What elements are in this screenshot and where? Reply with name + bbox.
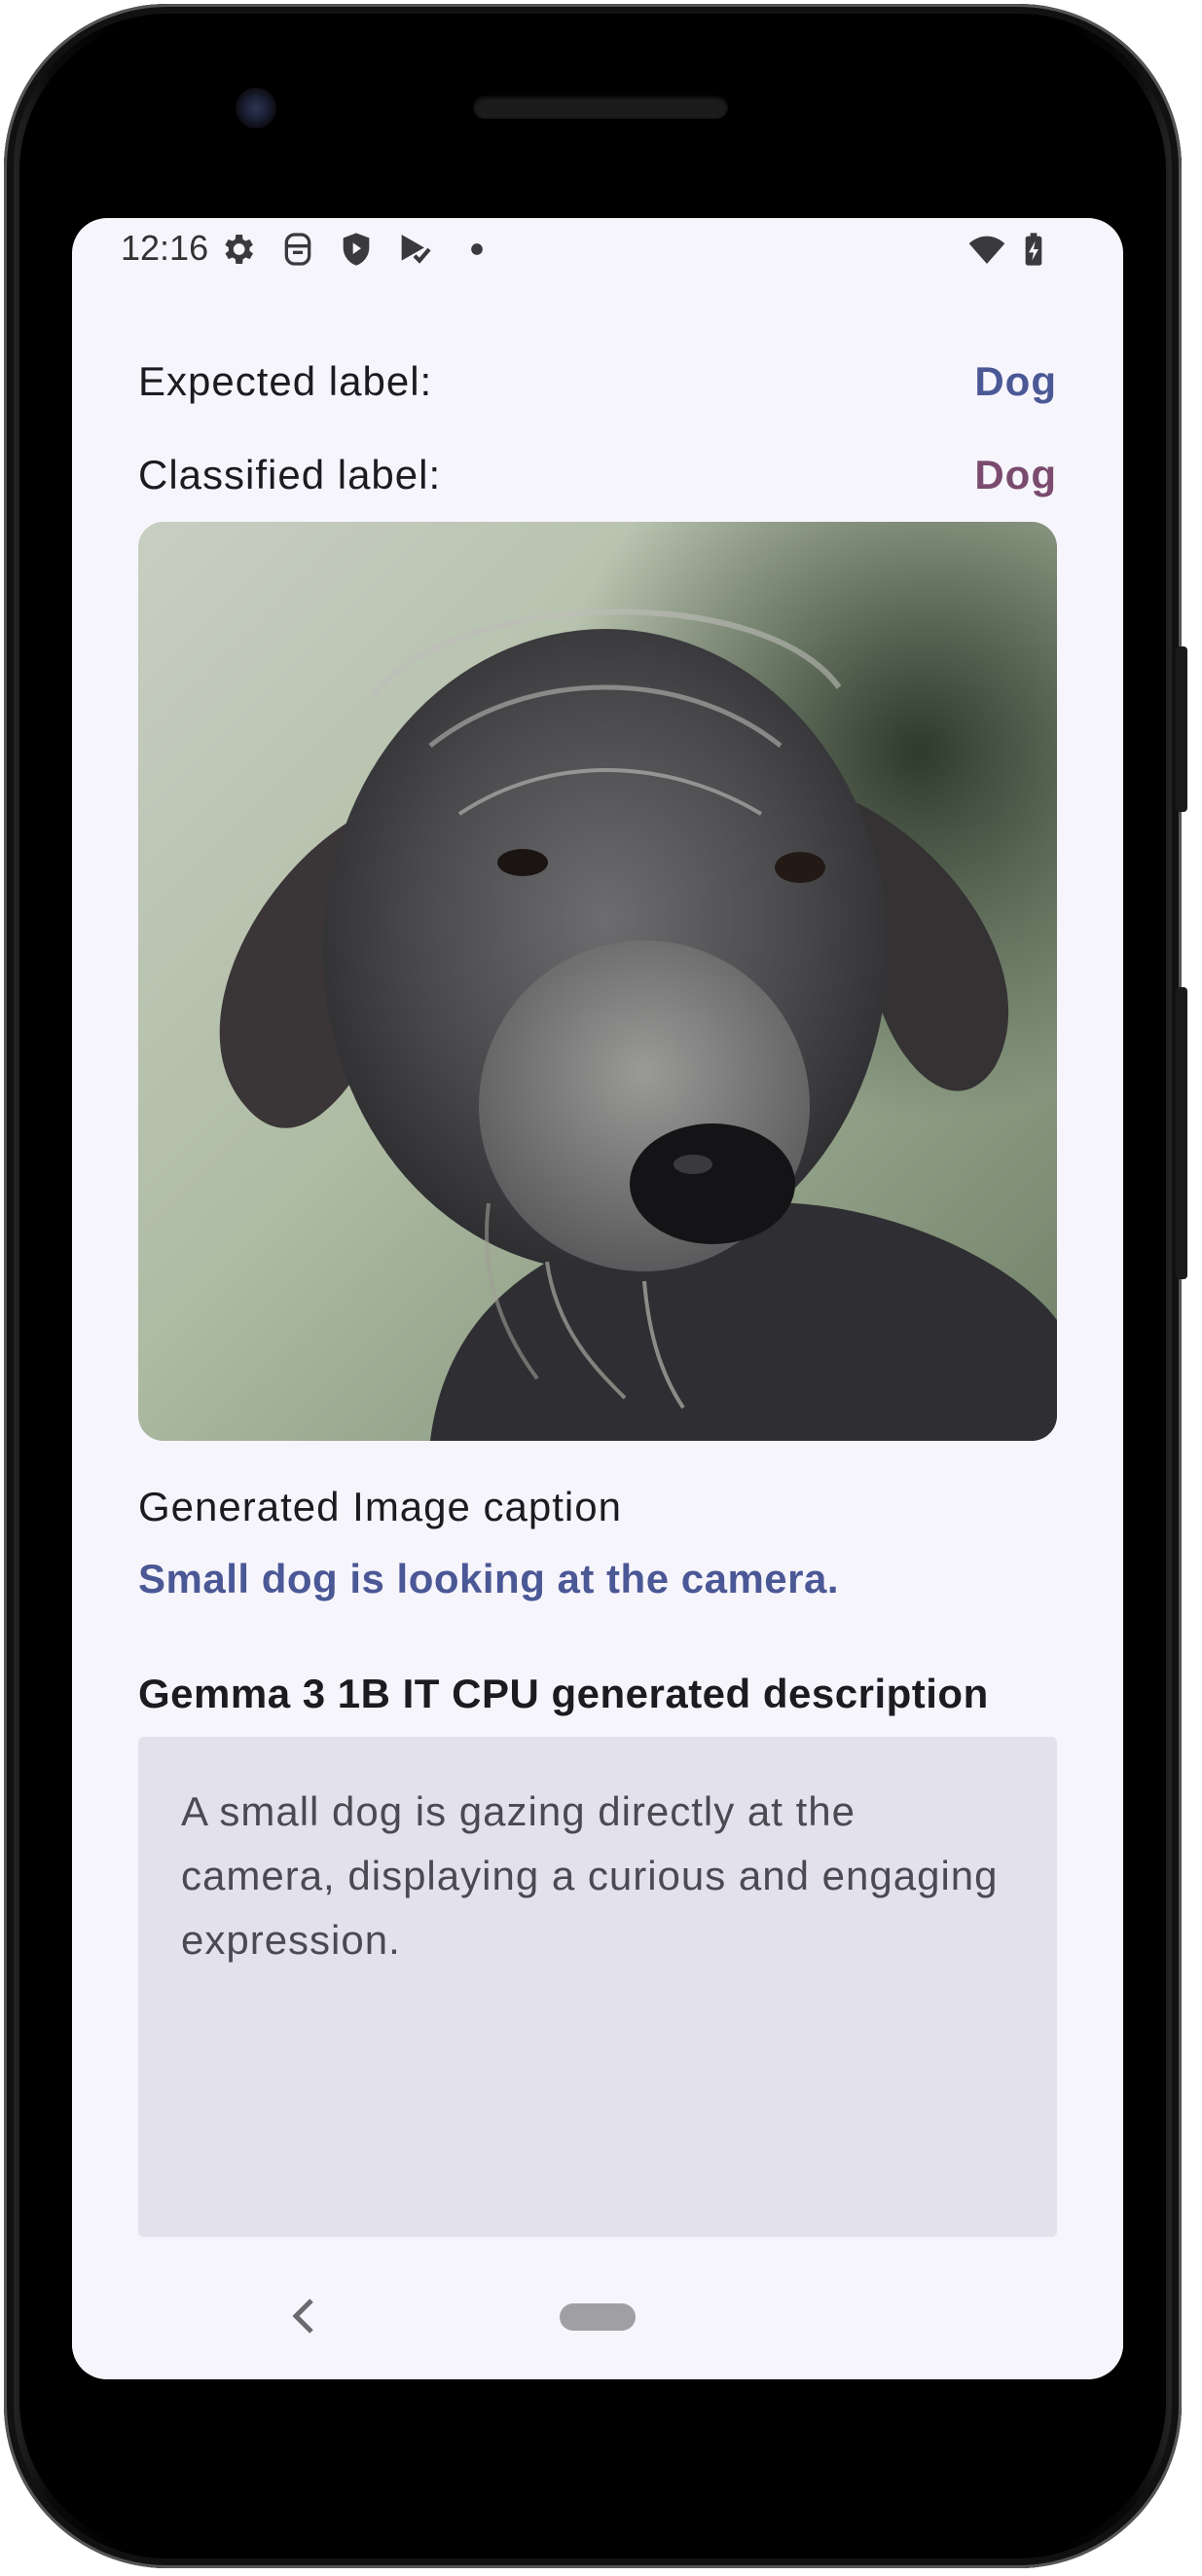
phone-frame: 12:16 Expected label: Dog Classified lab… (4, 4, 1187, 2568)
description-title: Gemma 3 1B IT CPU generated description (138, 1671, 989, 1716)
caption-title: Generated Image caption (138, 1484, 622, 1529)
gear-icon (225, 235, 253, 264)
classified-label-text: Classified label: (138, 452, 442, 497)
dog-photo (138, 522, 1057, 1441)
description-text: A small dog is gazing directly at the ca… (181, 1788, 999, 1963)
caption-text: Small dog is looking at the camera. (138, 1556, 840, 1601)
front-camera (236, 88, 276, 129)
app-icon (284, 233, 311, 266)
navigation-bar (72, 2251, 1123, 2379)
expected-label-value: Dog (974, 358, 1057, 404)
dog-illustration (138, 522, 1057, 1441)
home-pill-icon[interactable] (560, 2303, 636, 2331)
wifi-icon (968, 236, 1005, 264)
expected-label-row: Expected label: Dog (138, 352, 1057, 411)
screen: 12:16 Expected label: Dog Classified lab… (72, 218, 1123, 2379)
classified-label-row: Classified label: Dog (138, 446, 1057, 504)
status-time: 12:16 (121, 228, 209, 268)
volume-button (1176, 987, 1187, 1279)
play-check-icon (401, 235, 431, 264)
classified-label-value: Dog (974, 452, 1057, 497)
battery-charging-icon (1025, 233, 1042, 266)
status-bar: 12:16 (72, 218, 1123, 288)
expected-label-text: Expected label: (138, 358, 433, 404)
description-box: A small dog is gazing directly at the ca… (138, 1737, 1057, 2237)
earpiece-speaker (473, 95, 728, 119)
power-button (1176, 646, 1187, 812)
chevron-left-icon[interactable] (284, 2292, 323, 2340)
dot-icon (471, 243, 483, 255)
shield-icon (343, 233, 370, 266)
